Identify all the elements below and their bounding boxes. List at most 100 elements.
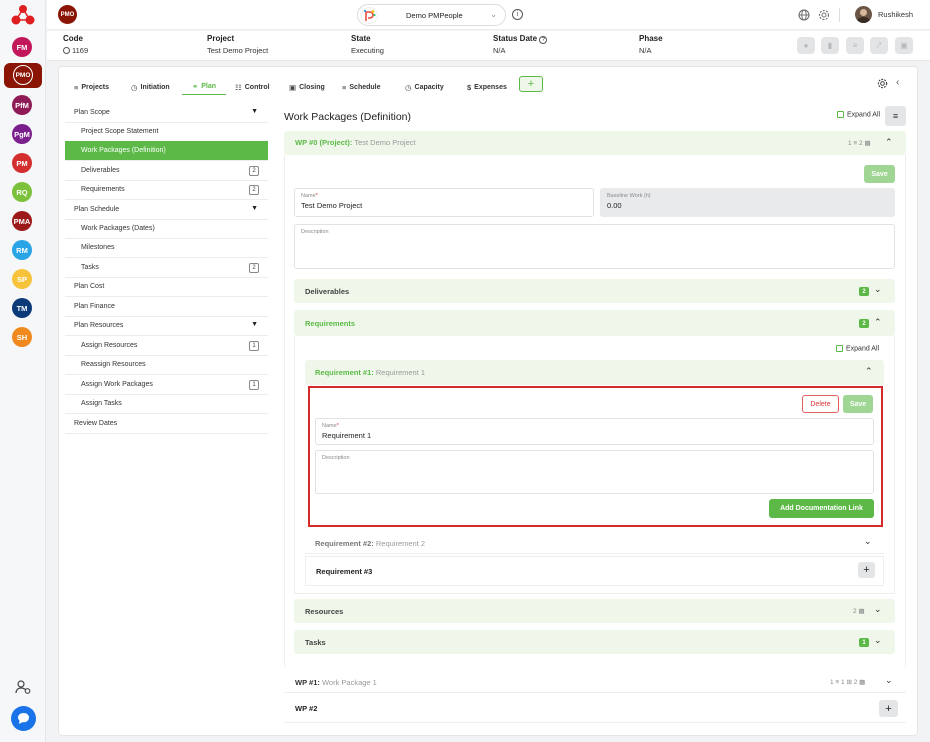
tree-view-button[interactable]: ≡: [885, 106, 906, 126]
menu-label: Plan Resources: [74, 322, 124, 329]
menu-work-packages-dates[interactable]: Work Packages (Dates): [65, 219, 268, 239]
briefcase-button[interactable]: ▣: [895, 37, 913, 54]
rail-item-tm[interactable]: TM: [12, 298, 32, 318]
chevron-up-icon[interactable]: ⌃: [885, 137, 893, 148]
menu-plan-finance[interactable]: Plan Finance: [65, 297, 268, 317]
resources-section[interactable]: Resources 2 ▩ ⌄: [294, 599, 895, 623]
tab-projects[interactable]: ≡ Projects: [74, 79, 109, 95]
content-title: Work Packages (Definition): [284, 111, 412, 123]
chevron-up-icon[interactable]: ⌃: [865, 366, 873, 377]
rail-item-sh[interactable]: SH: [12, 327, 32, 347]
chevron-down-icon[interactable]: ⌄: [874, 284, 882, 295]
requirement-description-field[interactable]: Description: [315, 450, 874, 494]
menu-milestones[interactable]: Milestones: [65, 238, 268, 258]
menu-label: Review Dates: [74, 420, 118, 427]
tasks-section[interactable]: Tasks 1 ⌄: [294, 630, 895, 654]
add-tab-button[interactable]: +: [519, 76, 543, 92]
wp-description-field[interactable]: Description: [294, 224, 895, 269]
requirement-2-header[interactable]: Requirement #2: Requirement 2 ⌄: [305, 532, 884, 554]
chevron-up-icon[interactable]: ⌃: [874, 317, 882, 328]
collapse-panel-icon[interactable]: ‹: [896, 77, 899, 88]
wp-name-field[interactable]: Name* Test Demo Project: [294, 188, 594, 217]
deliverables-section[interactable]: Deliverables 2 ⌄: [294, 279, 895, 303]
checkbox-icon: [837, 111, 844, 118]
settings-icon[interactable]: [877, 78, 888, 89]
avatar[interactable]: [855, 6, 872, 23]
requirement-1-save-button[interactable]: Save: [843, 395, 873, 413]
menu-assign-resources[interactable]: Assign Resources 1: [65, 336, 268, 356]
menu-reassign-resources[interactable]: Reassign Resources: [65, 355, 268, 375]
requirements-section[interactable]: Requirements 2 ⌃: [294, 310, 895, 336]
chevron-down-icon[interactable]: ⌄: [864, 536, 872, 547]
expand-all-toggle[interactable]: Expand All: [837, 111, 880, 118]
requirement-name-field[interactable]: Name* Requirement 1: [315, 418, 874, 445]
requirement-1-header[interactable]: Requirement #1: Requirement 1 ⌃: [305, 360, 884, 385]
list-button[interactable]: ≡: [846, 37, 864, 54]
project-selector[interactable]: Demo PMPeople ⌄: [357, 4, 506, 26]
tab-plan[interactable]: ⚭ Plan: [182, 79, 226, 95]
rail-item-pfm[interactable]: PfM: [12, 95, 32, 115]
add-user-icon[interactable]: [15, 679, 31, 695]
rail-item-pgm[interactable]: PgM: [12, 124, 32, 144]
menu-work-packages-definition[interactable]: Work Packages (Definition): [65, 141, 268, 161]
rail-item-pma[interactable]: PMA: [12, 211, 32, 231]
menu-plan-scope[interactable]: Plan Scope ▼: [65, 103, 268, 123]
rail-item-sp[interactable]: SP: [12, 269, 32, 289]
wp0-header[interactable]: WP #0 (Project): Test Demo Project 1 ≡ 2…: [284, 131, 906, 155]
menu-deliverables[interactable]: Deliverables 2: [65, 161, 268, 181]
menu-requirements[interactable]: Requirements 2: [65, 180, 268, 200]
menu-review-dates[interactable]: Review Dates: [65, 414, 268, 434]
tab-closing[interactable]: ▣ Closing: [289, 79, 325, 95]
radio-icon[interactable]: [63, 47, 70, 54]
menu-label: Requirements: [81, 186, 125, 193]
menu-assign-tasks[interactable]: Assign Tasks: [65, 394, 268, 414]
chevron-down-icon[interactable]: ⌄: [874, 635, 882, 646]
menu-plan-cost[interactable]: Plan Cost: [65, 277, 268, 297]
user-name[interactable]: Rushikesh: [878, 10, 913, 19]
rail-item-fm[interactable]: FM: [12, 37, 32, 57]
info-icon[interactable]: i: [512, 9, 523, 20]
rail-item-rm[interactable]: RM: [12, 240, 32, 260]
field-value: 0.00: [607, 201, 622, 210]
add-documentation-link-button[interactable]: Add Documentation Link: [769, 499, 874, 518]
rail-item-pm[interactable]: PM: [12, 153, 32, 173]
state-value: Executing: [351, 46, 384, 55]
rail-item-pmo[interactable]: PMO: [13, 65, 33, 85]
comments-button[interactable]: ●: [797, 37, 815, 54]
menu-tasks[interactable]: Tasks 2: [65, 258, 268, 278]
tab-initiation[interactable]: ◷ Initiation: [131, 79, 170, 95]
trash-icon[interactable]: ▩: [858, 608, 864, 615]
add-work-package-button[interactable]: +: [879, 700, 898, 717]
tab-expenses[interactable]: $ Expenses: [467, 79, 507, 95]
wp0-save-button[interactable]: Save: [864, 165, 895, 183]
chat-button[interactable]: [11, 706, 36, 731]
app-badge[interactable]: PMO: [58, 5, 77, 24]
delete-button[interactable]: Delete: [802, 395, 839, 413]
trash-icon[interactable]: ▩: [859, 679, 865, 686]
chat-icon: [18, 713, 29, 724]
wp1-header[interactable]: WP #1: Work Package 1 1 ≡ 1 ⊞ 2 ▩ ⌄: [284, 671, 906, 693]
resources-count-text: 2: [853, 608, 857, 615]
menu-assign-work-packages[interactable]: Assign Work Packages 1: [65, 375, 268, 395]
app-logo-icon[interactable]: [10, 4, 36, 26]
tab-control[interactable]: ☷ Control: [235, 79, 270, 95]
tab-schedule[interactable]: ≡ Schedule: [342, 79, 381, 95]
menu-plan-schedule[interactable]: Plan Schedule ▼: [65, 200, 268, 220]
requirements-expand-all[interactable]: Expand All: [836, 345, 879, 352]
help-icon[interactable]: ?: [539, 36, 548, 44]
tools-button[interactable]: ⤤: [870, 37, 888, 54]
gantt-icon: ≡: [342, 82, 347, 92]
add-requirement-button[interactable]: +: [858, 562, 875, 578]
rail-item-rq[interactable]: RQ: [12, 182, 32, 202]
chevron-down-icon[interactable]: ⌄: [885, 675, 893, 686]
settings-icon[interactable]: [818, 9, 830, 21]
chevron-down-icon[interactable]: ⌄: [874, 604, 882, 615]
globe-icon[interactable]: [798, 9, 810, 21]
trash-icon[interactable]: ▩: [864, 140, 870, 147]
wp1-counts-text: 1 ≡ 1 ⊞ 2: [830, 679, 858, 686]
menu-project-scope-statement[interactable]: Project Scope Statement: [65, 122, 268, 142]
menu-label: Plan Schedule: [74, 206, 120, 213]
menu-plan-resources[interactable]: Plan Resources ▼: [65, 316, 268, 336]
folder-button[interactable]: ▮: [821, 37, 839, 54]
tab-capacity[interactable]: ◷ Capacity: [405, 79, 444, 95]
